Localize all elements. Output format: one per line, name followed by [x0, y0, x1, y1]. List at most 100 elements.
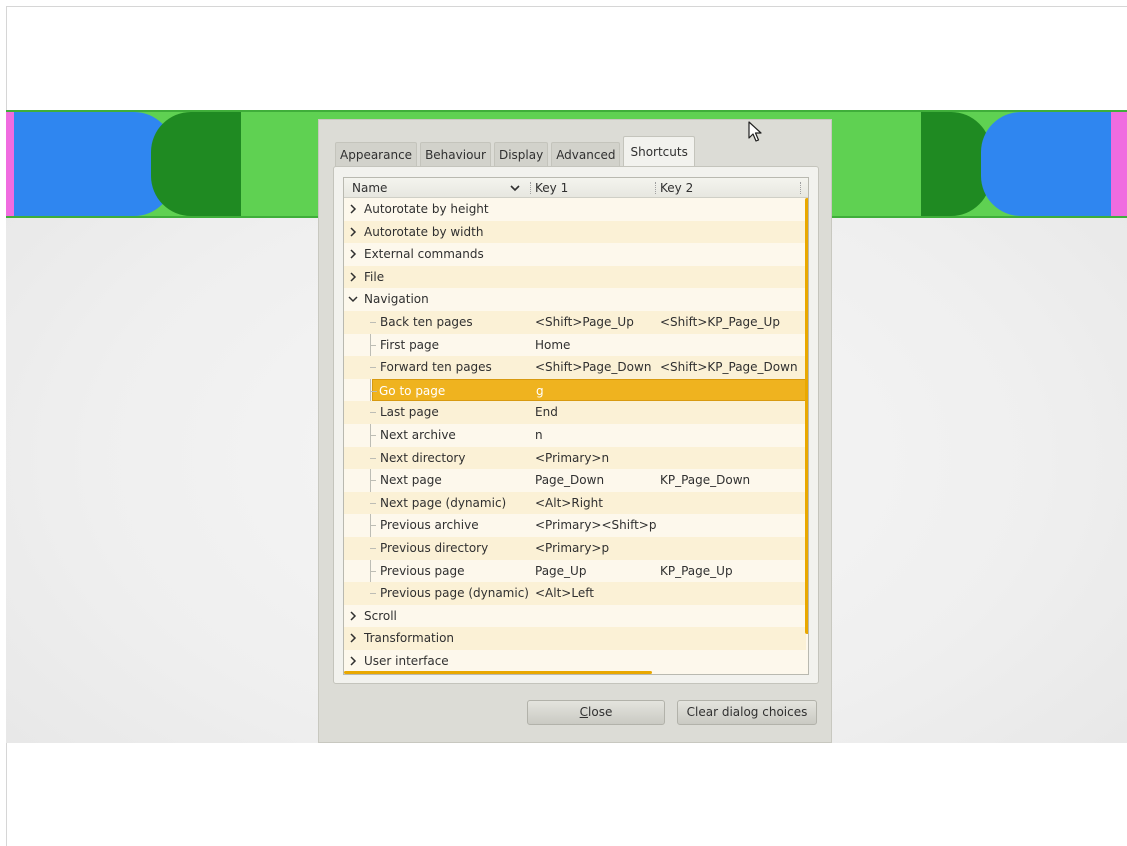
shortcut-key1[interactable]: <Primary><Shift>p — [535, 514, 656, 537]
shortcut-key2[interactable]: KP_Page_Up — [660, 560, 733, 583]
shortcut-name: Navigation — [364, 292, 429, 307]
preferences-dialog: Appearance Behaviour Display Advanced Shortc… — [318, 119, 832, 743]
shortcut-row[interactable]: Forward ten pages <Shift>Page_Down <Shift>… — [344, 356, 806, 379]
close-button[interactable]: Close — [527, 700, 665, 725]
shortcut-row[interactable]: Next directory <Primary>n — [344, 446, 806, 470]
column-header-name[interactable]: Name — [352, 178, 387, 198]
shortcut-row[interactable]: Back ten pages <Shift>Page_Up <Shift>KP_Pa… — [344, 311, 806, 334]
shortcut-key1[interactable]: Page_Up — [535, 560, 586, 583]
shortcut-row[interactable]: Previous page Page_Up KP_Page_Up — [344, 560, 806, 583]
clear-dialog-choices-button[interactable]: Clear dialog choices — [677, 700, 817, 725]
shortcut-name: Scroll — [364, 608, 397, 623]
tree-branch-line — [370, 412, 376, 414]
chevron-down-icon[interactable] — [510, 178, 522, 198]
shortcut-key1[interactable]: End — [535, 401, 558, 424]
tree-branch-line — [370, 502, 376, 504]
shortcut-key1[interactable]: <Primary>p — [535, 537, 609, 560]
tree-category-row[interactable]: Autorotate by height — [344, 198, 806, 221]
banner-strip — [151, 112, 241, 216]
shortcut-key1[interactable]: Home — [535, 334, 570, 357]
shortcut-key2[interactable]: <Shift>KP_Page_Up — [660, 311, 780, 334]
shortcut-row[interactable]: Previous archive <Primary><Shift>p — [344, 514, 806, 537]
shortcut-row[interactable]: Next archive n — [344, 424, 806, 447]
shortcut-name: Next page — [380, 473, 442, 488]
shortcut-name: Transformation — [364, 631, 455, 646]
shortcut-name: Next archive — [380, 428, 456, 442]
shortcut-name: External commands — [364, 247, 484, 262]
column-separator[interactable] — [530, 182, 531, 194]
shortcut-name: Previous directory — [380, 541, 489, 555]
tree-category-row[interactable]: Navigation — [344, 288, 806, 311]
shortcut-name: Back ten pages — [380, 315, 473, 329]
tree-branch-line — [370, 480, 376, 482]
tab-advanced[interactable]: Advanced — [551, 142, 621, 167]
shortcut-name: Last page — [380, 405, 439, 420]
tab-shortcuts[interactable]: Shortcuts — [623, 136, 695, 167]
shortcut-row[interactable]: Previous directory <Primary>p — [344, 537, 806, 560]
shortcut-row[interactable]: First page Home — [344, 334, 806, 357]
shortcut-key1[interactable]: g — [536, 380, 544, 403]
shortcut-key1[interactable]: n — [535, 424, 543, 447]
shortcut-name: Forward ten pages — [380, 360, 492, 375]
shortcut-name: Previous page — [380, 563, 465, 578]
banner-strip — [14, 112, 174, 216]
shortcut-key1[interactable]: <Primary>n — [535, 447, 609, 470]
shortcut-name: File — [364, 269, 385, 284]
shortcut-row[interactable]: Previous page (dynamic) <Alt>Left — [344, 582, 806, 605]
mouse-pointer-icon — [748, 121, 762, 146]
tree-category-row[interactable]: External commands — [344, 243, 806, 266]
tab-behaviour[interactable]: Behaviour — [420, 142, 491, 167]
shortcut-name: Go to page — [379, 383, 446, 398]
tree-category-row[interactable]: Scroll — [344, 605, 806, 628]
shortcut-name: First page — [380, 337, 440, 352]
tab-appearance[interactable]: Appearance — [335, 142, 418, 167]
shortcuts-panel: Name Key 1 Key 2 Autorotate by height Aut… — [333, 166, 819, 684]
shortcut-name: Next page (dynamic) — [380, 495, 507, 510]
tree-branch-line — [370, 525, 376, 527]
shortcut-key2[interactable]: <Shift>KP_Page_Down — [660, 356, 798, 379]
shortcuts-tree: Name Key 1 Key 2 Autorotate by height Aut… — [343, 177, 809, 675]
tab-display[interactable]: Display — [493, 142, 549, 167]
shortcut-row[interactable]: Next page Page_Down KP_Page_Down — [344, 469, 806, 492]
shortcut-key2[interactable]: KP_Page_Down — [660, 469, 750, 492]
shortcut-row[interactable]: Go to page g — [371, 378, 806, 403]
shortcut-key1[interactable]: <Shift>Page_Down — [535, 356, 651, 379]
shortcut-key1[interactable]: <Shift>Page_Up — [535, 311, 634, 334]
column-separator[interactable] — [655, 182, 656, 194]
tree-branch-line — [370, 457, 376, 459]
banner-strip — [981, 112, 1111, 216]
shortcut-name: Autorotate by width — [364, 224, 484, 239]
banner-strip — [1111, 112, 1127, 216]
shortcut-name: Autorotate by height — [364, 202, 489, 216]
close-button-mnemonic: C — [579, 705, 589, 719]
tree-branch-line — [370, 593, 376, 595]
tree-category-row[interactable]: Transformation — [344, 627, 806, 650]
tree-category-row[interactable]: Autorotate by width — [344, 220, 806, 244]
horizontal-scrollbar[interactable] — [344, 671, 652, 674]
tree-branch-line — [370, 322, 376, 323]
tree-branch-line — [370, 570, 376, 572]
page-frame-top — [6, 6, 1127, 7]
tree-branch-line — [370, 435, 376, 436]
tree-branch-line — [371, 390, 377, 392]
shortcut-key1[interactable]: Page_Down — [535, 469, 604, 492]
shortcut-key1[interactable]: <Alt>Left — [535, 582, 594, 605]
tree-branch-line — [370, 344, 376, 346]
shortcut-row[interactable]: Next page (dynamic) <Alt>Right — [344, 491, 806, 515]
shortcut-name: Next directory — [380, 450, 466, 465]
shortcut-name: Previous page (dynamic) — [380, 586, 529, 601]
tree-branch-line — [370, 548, 376, 549]
tree-header: Name Key 1 Key 2 — [344, 178, 808, 198]
column-separator — [800, 182, 801, 194]
shortcut-row[interactable]: Last page End — [344, 401, 806, 424]
close-button-label-post: lose — [588, 705, 613, 719]
vertical-scrollbar[interactable] — [805, 198, 808, 634]
banner-strip — [6, 112, 14, 216]
shortcut-name: Previous archive — [380, 518, 479, 533]
column-header-key1[interactable]: Key 1 — [535, 178, 568, 198]
column-header-key2[interactable]: Key 2 — [660, 178, 693, 198]
shortcut-name: User interface — [364, 654, 449, 668]
tree-category-row[interactable]: User interface — [344, 650, 806, 673]
tree-category-row[interactable]: File — [344, 265, 806, 289]
shortcut-key1[interactable]: <Alt>Right — [535, 492, 603, 515]
